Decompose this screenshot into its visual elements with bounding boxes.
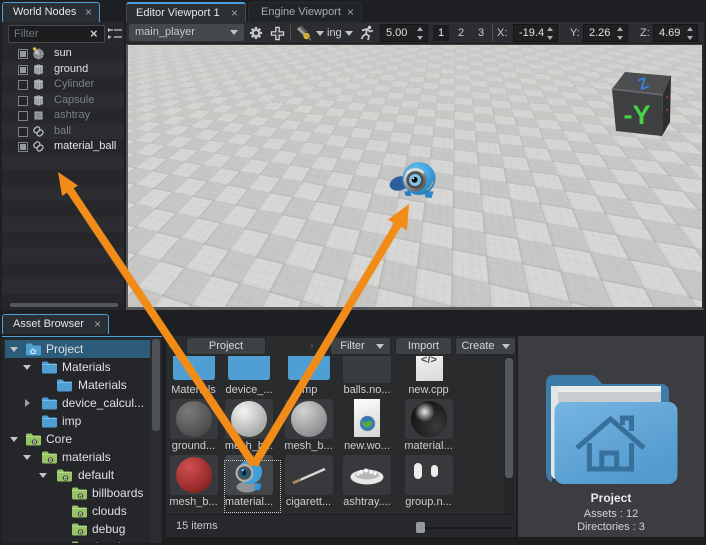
svg-text:-Y: -Y	[624, 100, 651, 130]
